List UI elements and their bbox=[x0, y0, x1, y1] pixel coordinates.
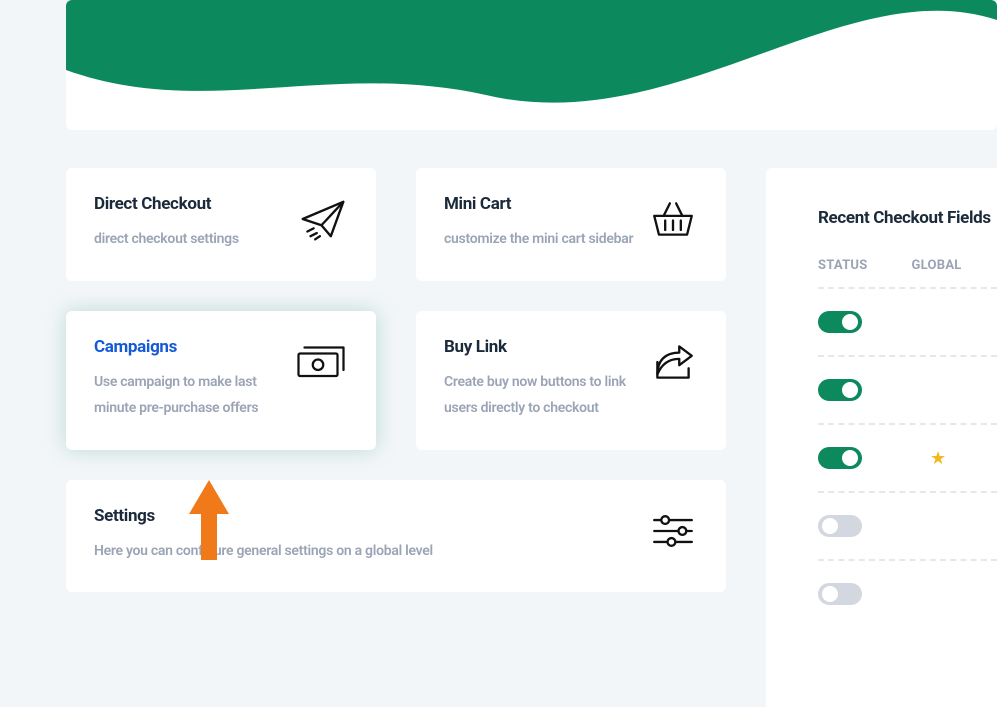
card-settings[interactable]: Settings Here you can configure general … bbox=[66, 480, 726, 593]
cards-grid: Direct Checkout direct checkout settings… bbox=[66, 168, 726, 622]
status-toggle[interactable] bbox=[818, 311, 862, 333]
panel-title: Recent Checkout Fields bbox=[818, 208, 997, 228]
panel-column-headers: STATUS GLOBAL bbox=[818, 258, 997, 283]
card-desc: Create buy now buttons to link users dir… bbox=[444, 369, 634, 422]
paper-plane-icon bbox=[298, 194, 348, 248]
recent-checkout-fields-panel: Recent Checkout Fields STATUS GLOBAL ★ bbox=[766, 168, 997, 707]
card-desc: direct checkout settings bbox=[94, 226, 239, 253]
status-toggle[interactable] bbox=[818, 583, 862, 605]
card-campaigns[interactable]: Campaigns Use campaign to make last minu… bbox=[66, 311, 376, 450]
card-title: Direct Checkout bbox=[94, 194, 239, 214]
money-icon bbox=[294, 337, 348, 389]
field-row bbox=[818, 559, 997, 627]
basket-icon bbox=[648, 194, 698, 248]
card-mini-cart[interactable]: Mini Cart customize the mini cart sideba… bbox=[416, 168, 726, 281]
card-buy-link[interactable]: Buy Link Create buy now buttons to link … bbox=[416, 311, 726, 450]
status-toggle[interactable] bbox=[818, 447, 862, 469]
card-desc: Here you can configure general settings … bbox=[94, 538, 433, 565]
hero-banner bbox=[66, 0, 997, 130]
field-row bbox=[818, 491, 997, 559]
card-desc: customize the mini cart sidebar bbox=[444, 226, 633, 253]
star-icon: ★ bbox=[930, 448, 946, 469]
status-toggle[interactable] bbox=[818, 379, 862, 401]
field-row bbox=[818, 355, 997, 423]
card-title: Mini Cart bbox=[444, 194, 633, 214]
card-direct-checkout[interactable]: Direct Checkout direct checkout settings bbox=[66, 168, 376, 281]
status-toggle[interactable] bbox=[818, 515, 862, 537]
field-row: ★ bbox=[818, 423, 997, 491]
card-title: Buy Link bbox=[444, 337, 634, 357]
field-row bbox=[818, 287, 997, 355]
card-desc: Use campaign to make last minute pre-pur… bbox=[94, 369, 284, 422]
share-icon bbox=[648, 337, 698, 391]
card-title: Settings bbox=[94, 506, 433, 526]
card-title: Campaigns bbox=[94, 337, 284, 357]
col-status: STATUS bbox=[818, 258, 868, 273]
sliders-icon bbox=[648, 506, 698, 560]
col-global: GLOBAL bbox=[912, 258, 962, 273]
